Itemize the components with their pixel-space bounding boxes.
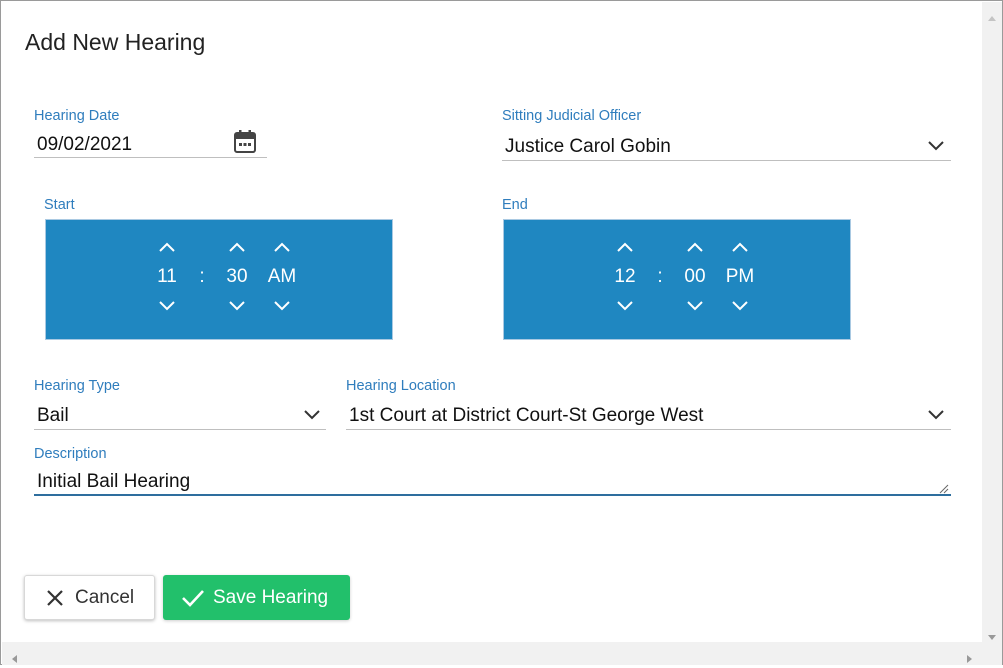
hearing-date-input[interactable]: 09/02/2021 bbox=[37, 134, 132, 156]
save-hearing-button[interactable]: Save Hearing bbox=[163, 575, 350, 620]
chevron-down-icon[interactable] bbox=[928, 410, 944, 420]
start-label: Start bbox=[44, 197, 75, 213]
start-hour-down-icon[interactable] bbox=[157, 299, 177, 311]
scroll-up-icon[interactable] bbox=[988, 8, 996, 26]
hearing-location-select[interactable]: 1st Court at District Court-St George We… bbox=[349, 405, 703, 427]
hearing-location-label: Hearing Location bbox=[346, 378, 456, 394]
end-time-picker: 12 : 00 PM bbox=[503, 219, 851, 340]
vertical-scrollbar[interactable] bbox=[982, 2, 1002, 642]
end-hour-down-icon[interactable] bbox=[615, 299, 635, 311]
judicial-officer-label: Sitting Judicial Officer bbox=[502, 108, 642, 124]
end-hour[interactable]: 12 bbox=[605, 266, 645, 288]
description-textarea[interactable]: Initial Bail Hearing bbox=[37, 471, 190, 493]
start-period-up-icon[interactable] bbox=[272, 240, 292, 252]
start-separator: : bbox=[199, 266, 205, 287]
scroll-right-icon[interactable] bbox=[967, 650, 973, 668]
scroll-left-icon[interactable] bbox=[11, 650, 17, 668]
resize-handle-icon[interactable] bbox=[938, 481, 949, 494]
end-period[interactable]: PM bbox=[720, 266, 760, 288]
end-label: End bbox=[502, 197, 528, 213]
end-minute[interactable]: 00 bbox=[675, 266, 715, 288]
dialog: Add New Hearing Hearing Date 09/02/2021 … bbox=[0, 0, 1003, 665]
dialog-title: Add New Hearing bbox=[25, 29, 206, 55]
end-minute-up-icon[interactable] bbox=[685, 240, 705, 252]
end-period-up-icon[interactable] bbox=[730, 240, 750, 252]
start-time-picker: 11 : 30 AM bbox=[45, 219, 393, 340]
hearing-date-label: Hearing Date bbox=[34, 108, 120, 124]
hearing-type-label: Hearing Type bbox=[34, 378, 120, 394]
chevron-down-icon[interactable] bbox=[304, 410, 320, 420]
start-minute[interactable]: 30 bbox=[217, 266, 257, 288]
hearing-type-underline bbox=[34, 429, 326, 430]
check-icon bbox=[180, 587, 206, 609]
cancel-button[interactable]: Cancel bbox=[24, 575, 155, 620]
hearing-date-underline bbox=[34, 157, 267, 158]
end-minute-down-icon[interactable] bbox=[685, 299, 705, 311]
judicial-officer-select[interactable]: Justice Carol Gobin bbox=[505, 136, 671, 158]
end-hour-up-icon[interactable] bbox=[615, 240, 635, 252]
calendar-icon[interactable] bbox=[233, 129, 257, 155]
start-hour-up-icon[interactable] bbox=[157, 240, 177, 252]
description-underline bbox=[34, 494, 951, 496]
cancel-label: Cancel bbox=[75, 586, 135, 608]
start-minute-down-icon[interactable] bbox=[227, 299, 247, 311]
start-period[interactable]: AM bbox=[262, 266, 302, 288]
hearing-type-select[interactable]: Bail bbox=[37, 405, 69, 427]
start-period-down-icon[interactable] bbox=[272, 299, 292, 311]
save-label: Save Hearing bbox=[213, 586, 329, 608]
close-icon bbox=[44, 587, 66, 609]
horizontal-scrollbar[interactable] bbox=[2, 642, 1002, 665]
description-label: Description bbox=[34, 446, 107, 462]
hearing-location-underline bbox=[346, 429, 951, 430]
judicial-officer-underline bbox=[502, 160, 951, 161]
start-hour[interactable]: 11 bbox=[147, 266, 187, 288]
end-separator: : bbox=[657, 266, 663, 287]
end-period-down-icon[interactable] bbox=[730, 299, 750, 311]
start-minute-up-icon[interactable] bbox=[227, 240, 247, 252]
chevron-down-icon[interactable] bbox=[928, 141, 944, 151]
